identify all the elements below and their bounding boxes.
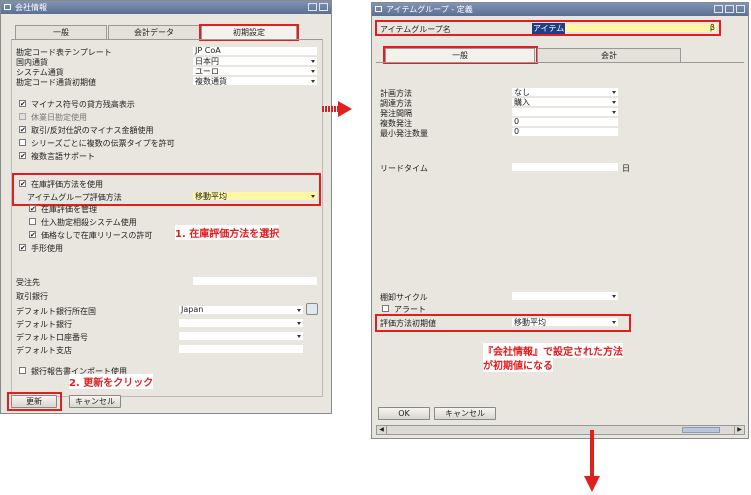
multi-language-label: 複数言語サポート [31,152,95,161]
default-account-number-label: デフォルト口座番号 [16,333,88,342]
right-titlebar: アイテムグループ - 定義 [372,3,748,16]
alert-checkbox[interactable] [382,305,389,312]
close-icon[interactable] [319,3,328,11]
cancel-button[interactable]: キャンセル [69,395,121,408]
maximize-icon[interactable] [725,5,734,13]
item-group-window: アイテムグループ - 定義 アイテムグループ名 アイテム β 一般 会計 計画方… [371,2,749,439]
close-icon[interactable] [736,5,745,13]
manage-inventory-checkbox[interactable] [29,205,36,212]
scroll-thumb[interactable] [682,427,720,433]
negative-credit-label: マイナス符号の貸方残高表示 [31,100,135,109]
purchase-offset-label: 仕入勘定相殺システム使用 [41,218,137,227]
tab-accounting-label: 会計データ [134,28,174,37]
right-window-title: アイテムグループ - 定義 [386,5,473,14]
group-name-highlight-box [375,20,721,36]
window-icon [4,4,11,10]
default-bank-select[interactable] [179,319,303,327]
default-branch-field[interactable] [179,345,303,353]
ok-button[interactable]: OK [378,407,430,420]
valuation-default-highlight-box [375,314,631,332]
default-account-currency-label: 勘定コード通貨初期値 [16,78,96,87]
min-order-qty-field[interactable]: 0 [512,127,618,136]
left-titlebar: 会社情報 [1,1,331,14]
holiday-account-checkbox[interactable] [19,113,26,120]
bank-country-lookup-icon[interactable] [306,303,318,315]
count-cycle-select[interactable] [512,292,618,300]
minimize-icon[interactable] [308,3,317,11]
multi-language-checkbox[interactable] [19,152,26,159]
bill-use-checkbox[interactable] [19,244,26,251]
count-cycle-label: 棚卸サイクル [380,293,428,302]
horizontal-scrollbar[interactable]: ◀ ▶ [376,425,745,435]
tab-accounting[interactable]: 会計 [537,48,681,62]
step1-callout: 1. 在庫評価方法を選択 [175,225,280,240]
bank-report-import-checkbox[interactable] [19,367,26,374]
holiday-account-label: 休業日勘定使用 [31,113,87,122]
multi-doc-type-checkbox[interactable] [19,139,26,146]
bank-country-select[interactable]: Japan [179,305,303,314]
note-line1: 『会社情報』で設定された方法 [483,343,623,358]
tab-accounting[interactable]: 会計データ [108,25,200,39]
default-branch-label: デフォルト支店 [16,346,72,355]
order-interval-select[interactable] [512,108,618,116]
bank-country-label: デフォルト銀行所在国 [16,307,96,316]
bill-use-label: 手形使用 [31,244,63,253]
left-window-title: 会社情報 [15,3,47,12]
release-no-price-label: 価格なしで在庫リリースの許可 [41,231,153,240]
manage-inventory-label: 在庫評価を管理 [41,205,97,214]
negative-amount-checkbox[interactable] [19,126,26,133]
receiver-field[interactable] [193,277,317,285]
bank-section-title: 取引銀行 [16,292,48,301]
min-order-qty-label: 最小発注数量 [380,129,428,138]
negative-amount-label: 取引/反対仕訳のマイナス金額使用 [31,126,154,135]
arrow-right-icon [322,101,352,117]
tab-general[interactable]: 一般 [15,25,107,39]
system-currency-select[interactable]: ユーロ [193,67,317,76]
lead-time-field[interactable] [512,163,618,171]
arrow-down-icon [584,430,600,494]
company-info-window: 会社情報 一般 会計データ 初期設定 勘定コード表テンプレート JP CoA 国… [0,0,332,414]
release-no-price-checkbox[interactable] [29,231,36,238]
planning-method-select[interactable]: なし [512,88,618,97]
negative-credit-checkbox[interactable] [19,100,26,107]
default-account-currency-select[interactable]: 複数通貨 [193,77,317,86]
note-line2: が初期値になる [483,357,553,372]
scroll-right-icon[interactable]: ▶ [734,426,744,434]
local-currency-select[interactable]: 日本円 [193,57,317,66]
tab-general-label: 一般 [53,28,69,37]
update-highlight-box [7,392,62,411]
window-icon [375,6,382,12]
minimize-icon[interactable] [714,5,723,13]
lead-time-label: リードタイム [380,164,428,173]
order-multiple-field[interactable]: 0 [512,117,618,126]
lead-time-unit: 日 [622,164,630,173]
step2-callout: 2. 更新をクリック [69,374,154,389]
default-account-number-select[interactable] [179,332,303,340]
scroll-left-icon[interactable]: ◀ [377,426,387,434]
cancel-button[interactable]: キャンセル [434,407,496,420]
multi-doc-type-label: シリーズごとに複数の伝票タイプを許可 [31,139,175,148]
purchase-offset-checkbox[interactable] [29,218,36,225]
receiver-label: 受注先 [16,278,40,287]
valuation-highlight-box [12,173,321,206]
default-bank-label: デフォルト銀行 [16,320,72,329]
procurement-method-select[interactable]: 購入 [512,98,618,107]
coa-template-field[interactable]: JP CoA [193,46,317,55]
